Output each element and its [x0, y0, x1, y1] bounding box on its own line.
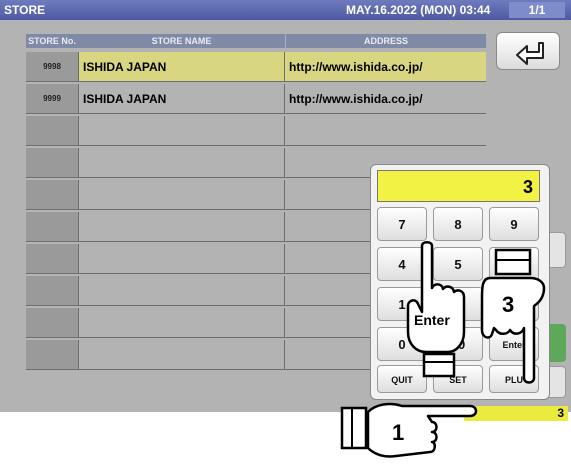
address-cell: http://www.ishida.co.jp/: [284, 52, 486, 82]
address-cell: http://www.ishida.co.jp/: [284, 84, 486, 114]
title-bar: STORE MAY.16.2022 (MON) 03:44 1/1: [0, 0, 571, 20]
store-no-cell: 9999: [26, 84, 78, 114]
datetime: MAY.16.2022 (MON) 03:44: [346, 3, 491, 17]
table-row[interactable]: 9999 ISHIDA JAPAN http://www.ishida.co.j…: [26, 84, 486, 115]
pointing-hand-enter-icon: Enter: [404, 240, 466, 380]
back-button[interactable]: [496, 32, 560, 70]
keypad-display: 3: [377, 170, 540, 202]
hand-1-number: 1: [392, 420, 405, 445]
enter-hint-text: Enter: [414, 312, 450, 328]
pointing-hand-3-icon: 3: [478, 248, 548, 388]
page-title: STORE: [4, 3, 46, 17]
store-name-cell: ISHIDA JAPAN: [78, 52, 284, 82]
pointing-hand-1-icon: 1: [340, 398, 480, 464]
column-header-address: ADDRESS: [286, 34, 487, 48]
store-no-cell: 9998: [26, 52, 78, 82]
table-row[interactable]: [26, 116, 486, 147]
hand-3-number: 3: [502, 292, 515, 317]
store-name-cell: ISHIDA JAPAN: [78, 84, 284, 114]
return-arrow-icon: [516, 42, 544, 65]
key-7[interactable]: 7: [377, 207, 427, 241]
column-header-store-no: STORE No.: [26, 34, 79, 48]
table-row[interactable]: 9998 ISHIDA JAPAN http://www.ishida.co.j…: [26, 52, 486, 83]
column-header-store-name: STORE NAME: [78, 34, 286, 48]
key-8[interactable]: 8: [433, 207, 483, 241]
page-indicator: 1/1: [509, 2, 565, 18]
key-9[interactable]: 9: [489, 207, 539, 241]
